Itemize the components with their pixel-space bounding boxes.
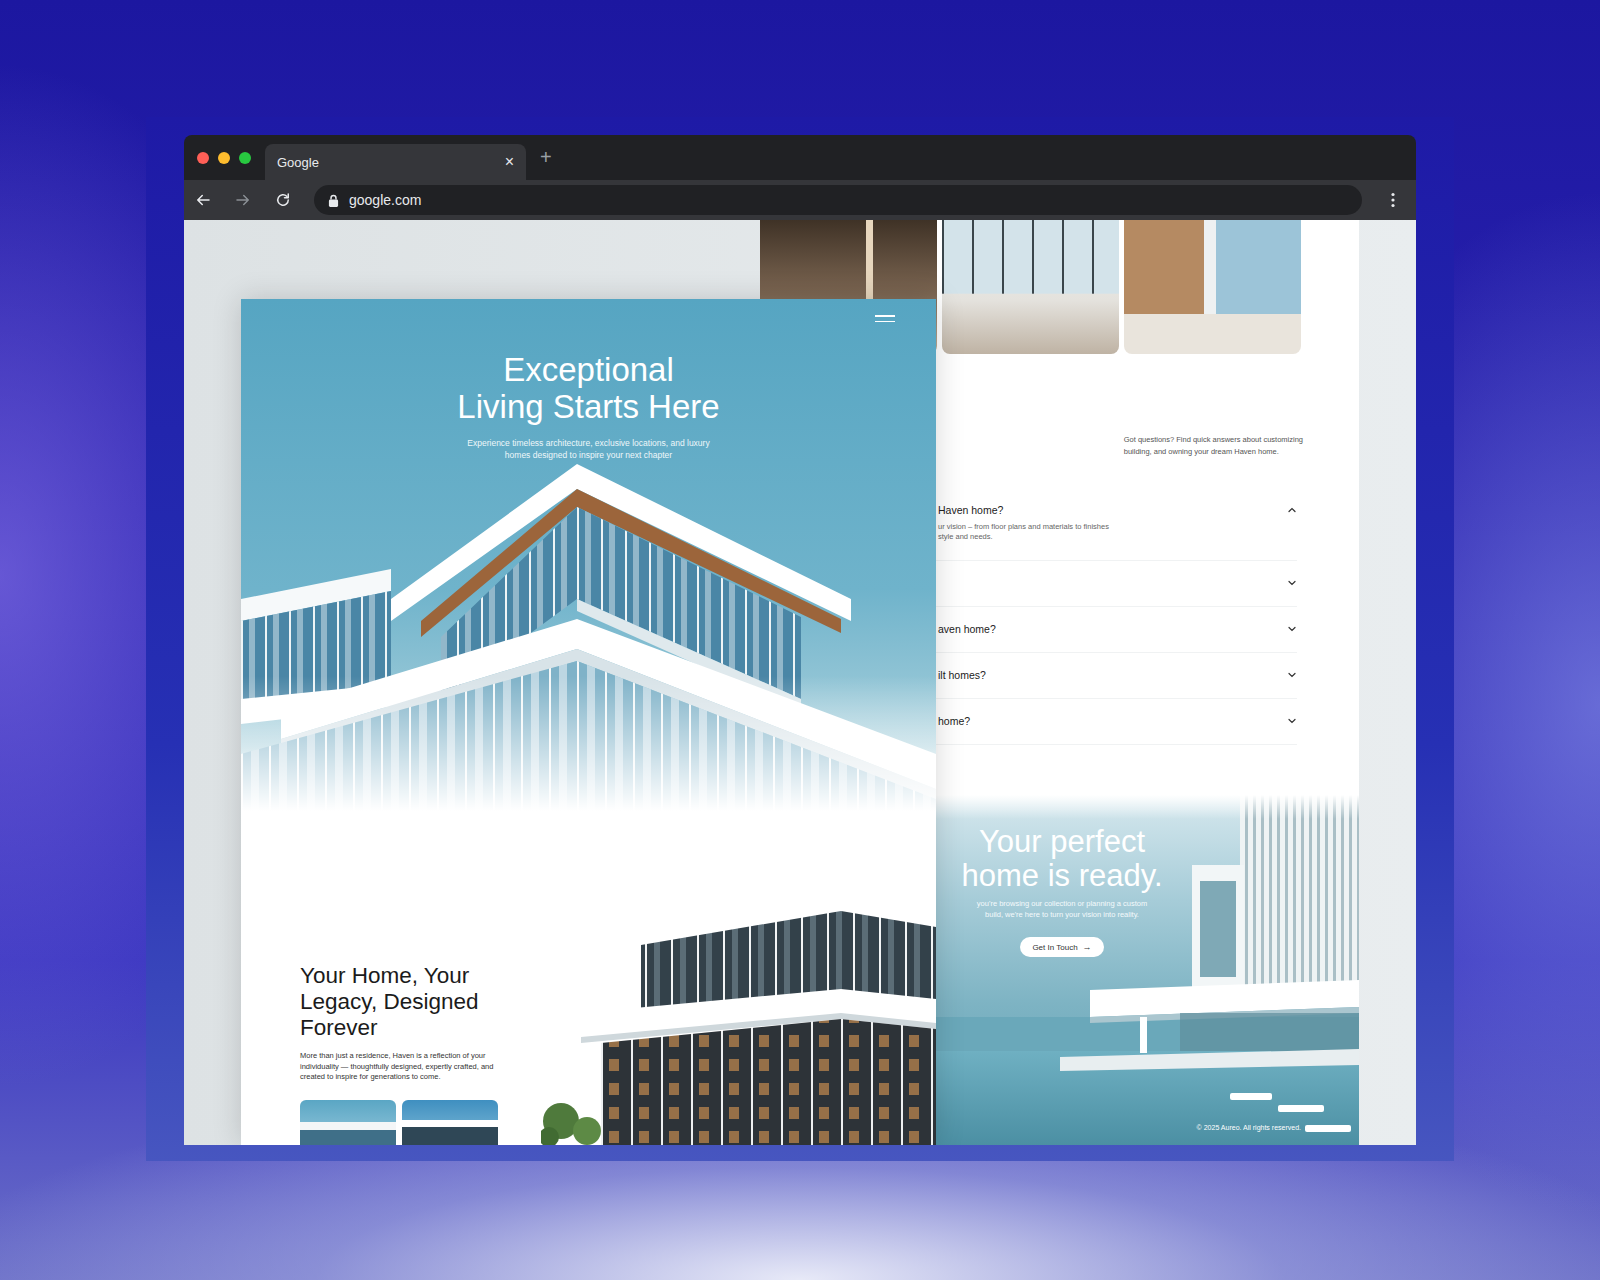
close-window-button[interactable] xyxy=(197,152,209,164)
new-tab-button[interactable]: + xyxy=(540,146,552,169)
tab-bar: Google × + xyxy=(184,135,1416,180)
back-arrow-icon[interactable] xyxy=(194,191,212,209)
forward-arrow-icon[interactable] xyxy=(234,191,252,209)
page-viewport: Got questions? Find quick answers about … xyxy=(184,220,1416,1145)
faq-intro: Got questions? Find quick answers about … xyxy=(1124,434,1303,458)
minimize-window-button[interactable] xyxy=(218,152,230,164)
house-thumbnail[interactable] xyxy=(300,1100,396,1146)
tab-label: Google xyxy=(277,155,319,170)
chevron-icon[interactable] xyxy=(1287,670,1297,680)
about-content: Your Home, YourLegacy, DesignedForever Mo… xyxy=(241,826,541,1145)
hero-content: ExceptionalLiving Starts Here Experience … xyxy=(241,299,936,461)
page-mockup-home: ExceptionalLiving Starts Here Experience … xyxy=(241,299,936,1145)
about-image xyxy=(541,826,936,1145)
interior-photo xyxy=(942,220,1119,354)
maximize-window-button[interactable] xyxy=(239,152,251,164)
hero-subtitle: Experience timeless architecture, exclus… xyxy=(467,437,709,461)
browser-tab[interactable]: Google × xyxy=(265,144,526,180)
lock-icon xyxy=(328,194,339,207)
faq-question: Haven home? xyxy=(938,504,1003,516)
faq-question: ilt homes? xyxy=(938,669,986,681)
url-text: google.com xyxy=(349,192,421,208)
desktop-background: Google × + google.com Got questions? Find qu… xyxy=(0,0,1600,1280)
about-section: Your Home, YourLegacy, DesignedForever Mo… xyxy=(241,826,936,1145)
faq-question: home? xyxy=(938,715,970,727)
about-body: More than just a residence, Haven is a r… xyxy=(300,1051,541,1083)
about-title: Your Home, YourLegacy, DesignedForever xyxy=(300,963,541,1041)
address-bar[interactable]: google.com xyxy=(314,185,1362,215)
get-in-touch-button[interactable]: Get In Touch→ xyxy=(1020,937,1103,957)
faq-question: aven home? xyxy=(938,623,996,635)
interior-photo xyxy=(1124,220,1301,354)
close-tab-button[interactable]: × xyxy=(505,153,514,171)
cta-content: Your perfecthome is ready. you're browsin… xyxy=(937,795,1187,957)
chevron-icon[interactable] xyxy=(1287,716,1297,726)
footer-copyright: © 2025 Aureo. All rights reserved. xyxy=(1197,1124,1301,1131)
house-photo xyxy=(541,885,936,1145)
menu-dots-icon[interactable] xyxy=(1391,192,1395,208)
window-controls xyxy=(197,152,251,164)
house-thumbnail[interactable] xyxy=(402,1100,498,1146)
thumbnail-row xyxy=(300,1100,541,1146)
arrow-icon: → xyxy=(1083,942,1092,952)
toolbar: google.com xyxy=(184,180,1416,220)
browser-window: Google × + google.com Got questions? Find qu… xyxy=(184,135,1416,1145)
chevron-icon[interactable] xyxy=(1287,578,1297,588)
hero-title: ExceptionalLiving Starts Here xyxy=(457,351,719,425)
chevron-icon[interactable] xyxy=(1287,624,1297,634)
screenshot-frame: Google × + google.com Got questions? Find qu… xyxy=(146,117,1454,1161)
cta-body: you're browsing our collection or planni… xyxy=(977,898,1147,920)
menu-icon[interactable] xyxy=(875,315,895,322)
faq-answer: ur vision – from floor plans and materia… xyxy=(938,520,1297,542)
cta-title: Your perfecthome is ready. xyxy=(961,825,1162,893)
hero-section: ExceptionalLiving Starts Here Experience … xyxy=(241,299,936,826)
chevron-icon[interactable] xyxy=(1287,505,1297,515)
reload-icon[interactable] xyxy=(274,191,292,209)
